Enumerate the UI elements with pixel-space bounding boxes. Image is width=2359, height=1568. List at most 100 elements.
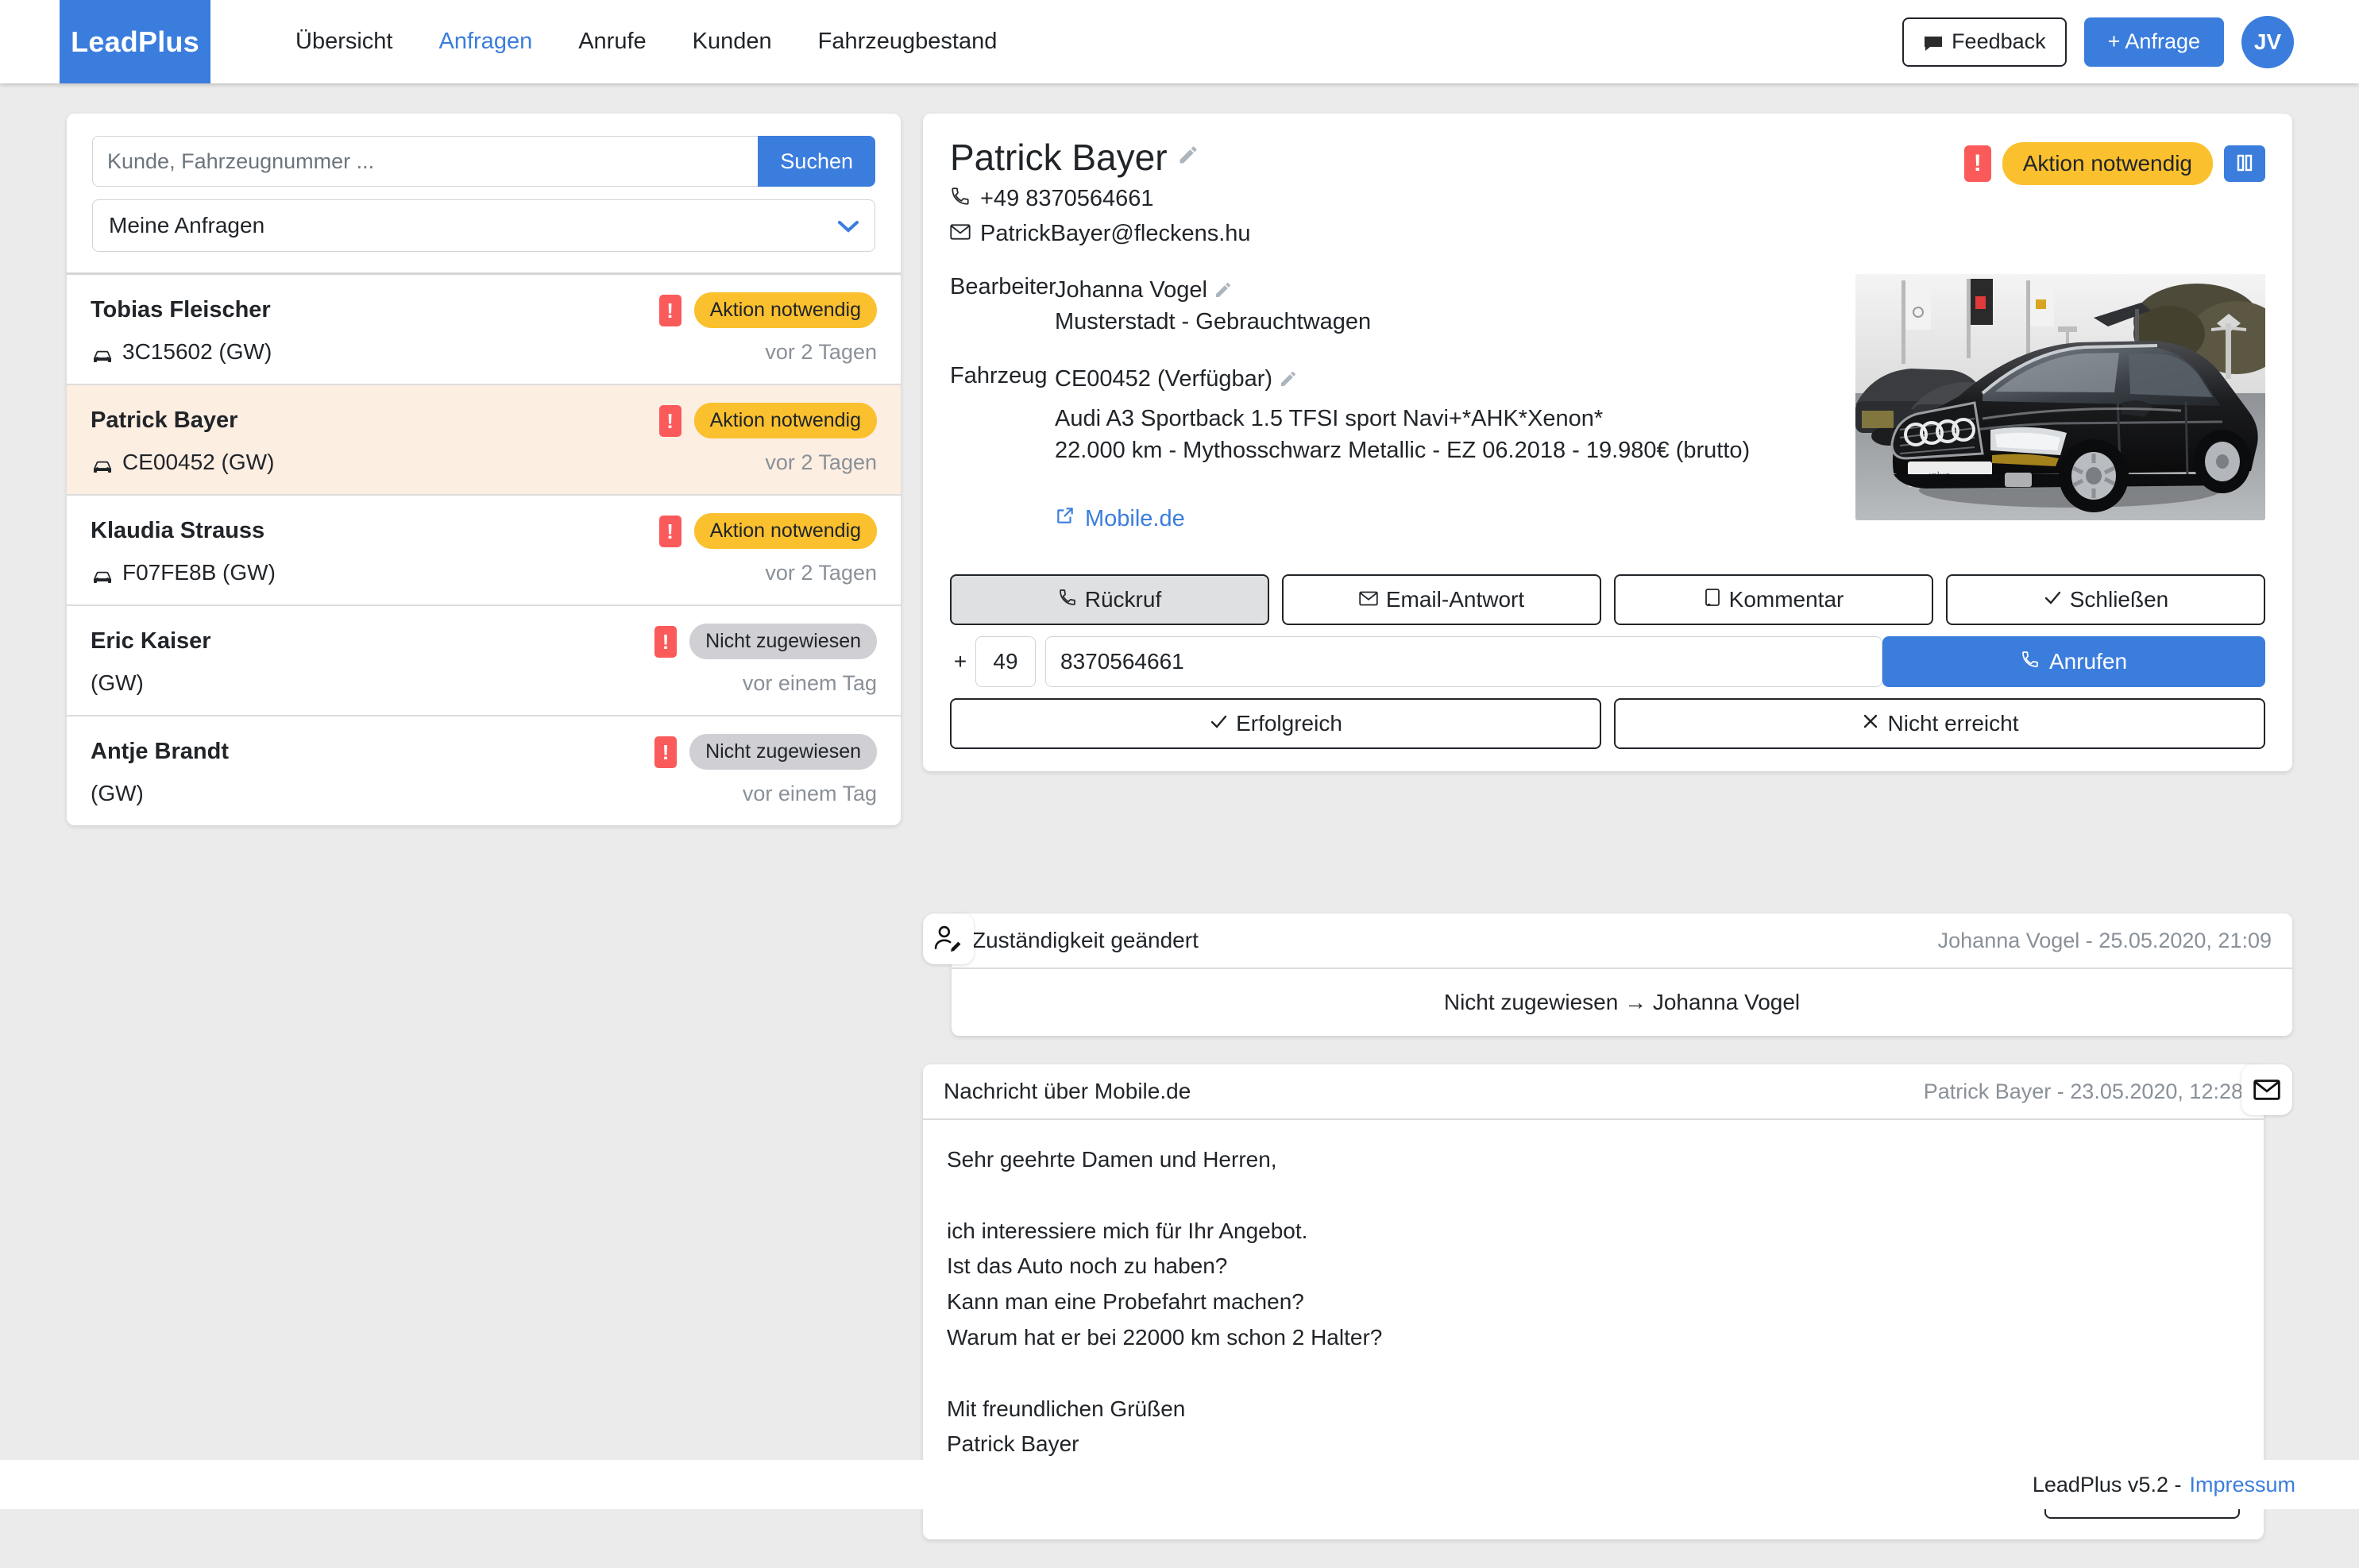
check-icon (2043, 587, 2062, 612)
request-detail-panel: Patrick Bayer +49 8370564661 PatrickBaye… (923, 114, 2292, 771)
timeline-card-header: Nachricht über Mobile.de Patrick Bayer - … (923, 1064, 2264, 1120)
action-button-label: Email-Antwort (1385, 586, 1525, 612)
call-success-button[interactable]: Erfolgreich (950, 697, 1601, 749)
nav-link-fahrzeugbestand[interactable]: Fahrzeugbestand (795, 29, 1021, 55)
list-item[interactable]: Tobias Fleischer ! Aktion notwendig 3C15602… (67, 275, 901, 384)
list-item-vehicle-label: (GW) (91, 781, 144, 805)
filter-select[interactable]: Meine Anfragen (92, 199, 875, 252)
phone-plus-sign: + (953, 648, 967, 674)
customer-block: Patrick Bayer +49 8370564661 PatrickBaye… (950, 137, 1251, 247)
brand-logo[interactable]: LeadPlus (60, 0, 210, 83)
action-button-kommentar[interactable]: Kommentar (1614, 574, 1933, 625)
list-item-name: Tobias Fleischer (91, 297, 271, 322)
list-item-badges: ! Nicht zugewiesen (654, 734, 877, 770)
list-item[interactable]: Patrick Bayer! Aktion notwendig CE00452 (G… (67, 384, 901, 494)
edit-editor-pencil-icon[interactable] (1214, 277, 1233, 302)
call-input-row: + Anrufen (950, 635, 2265, 687)
list-item[interactable]: Klaudia Strauss! Aktion notwendig F07FE8B … (67, 494, 901, 604)
external-link-icon (1055, 503, 1075, 535)
list-item-time: vor einem Tag (742, 670, 877, 695)
list-item-top: Antje Brandt! Nicht zugewiesen (91, 734, 877, 770)
action-button-label: Schließen (2069, 586, 2169, 612)
page-content: Suchen Meine Anfragen Tobias Fleischer!A… (0, 83, 2359, 1540)
list-item-time: vor 2 Tagen (765, 450, 877, 474)
customer-phone: +49 8370564661 (980, 186, 1154, 212)
list-item-bottom: 3C15602 (GW) vor 2 Tagen (91, 339, 877, 365)
country-code-input[interactable] (975, 635, 1036, 687)
customer-email: PatrickBayer@fleckens.hu (980, 220, 1251, 246)
status-badge: Aktion notwendig (693, 403, 877, 438)
editor-label: Bearbeiter (950, 273, 1056, 299)
call-success-label: Erfolgreich (1236, 710, 1342, 736)
detail-info-grid: Bearbeiter Johanna Vogel Musterstadt - G… (950, 273, 2265, 541)
nav-link-uebersicht[interactable]: Übersicht (272, 29, 416, 55)
alert-icon: ! (658, 404, 681, 437)
call-fail-button[interactable]: Nicht erreicht (1614, 697, 2265, 749)
portal-link[interactable]: Mobile.de (1055, 503, 1185, 535)
speech-bubble-icon (1923, 33, 1944, 51)
feedback-button[interactable]: Feedback (1902, 17, 2067, 67)
list-item-name: Eric Kaiser (91, 628, 211, 654)
timeline-title: Zuständigkeit geändert (972, 928, 1199, 952)
status-badge: Aktion notwendig (2002, 142, 2213, 185)
editor-location: Musterstadt - Gebrauchtwagen (1055, 308, 1372, 334)
list-item-vehicle-label: F07FE8B (GW) (122, 560, 276, 585)
list-item-vehicle-label: 3C15602 (GW) (122, 339, 272, 364)
list-item-badges: ! Aktion notwendig (658, 403, 877, 438)
status-badge: Nicht zugewiesen (689, 734, 877, 770)
timeline-body: Sehr geehrte Damen und Herren, ich inter… (947, 1147, 1383, 1457)
alert-icon: ! (1963, 145, 1991, 182)
list-item-top: Eric Kaiser! Nicht zugewiesen (91, 624, 877, 659)
list-item-vehicle-label: (GW) (91, 670, 144, 695)
action-button-email-antwort[interactable]: Email-Antwort (1282, 574, 1601, 625)
list-item-vehicle: CE00452 (GW) (91, 450, 274, 475)
vehicle-specs: 22.000 km - Mythosschwarz Metallic - EZ … (1055, 437, 1751, 463)
avatar[interactable]: JV (2241, 15, 2294, 68)
search-row: Suchen (92, 136, 875, 187)
search-input[interactable] (92, 136, 759, 187)
list-item-top: Klaudia Strauss! Aktion notwendig (91, 513, 877, 549)
pause-button[interactable] (2224, 145, 2265, 182)
alert-icon: ! (654, 736, 678, 768)
user-edit-icon (923, 913, 974, 964)
imprint-link[interactable]: Impressum (2189, 1473, 2295, 1497)
list-item-vehicle: (GW) (91, 670, 144, 696)
main-navigation: Übersicht Anfragen Anrufe Kunden Fahrzeu… (272, 0, 1020, 83)
list-item-time: vor 2 Tagen (765, 560, 877, 585)
edit-vehicle-pencil-icon[interactable] (1279, 366, 1298, 391)
list-item-name: Antje Brandt (91, 739, 229, 764)
page-title: Patrick Bayer (950, 137, 1251, 178)
new-request-button[interactable]: + Anfrage (2083, 17, 2224, 67)
vehicle-photo: :plus (1855, 273, 2265, 520)
timeline-title: Nachricht über Mobile.de (944, 1079, 1191, 1103)
call-button[interactable]: Anrufen (1882, 635, 2265, 687)
envelope-icon (950, 221, 971, 247)
list-item-badges: ! Aktion notwendig (658, 292, 877, 328)
list-item-bottom: F07FE8B (GW) vor 2 Tagen (91, 560, 877, 585)
list-item[interactable]: Eric Kaiser! Nicht zugewiesen (GW) vor eine… (67, 604, 901, 715)
search-button[interactable]: Suchen (758, 136, 875, 187)
editor-row: Bearbeiter Johanna Vogel Musterstadt - G… (950, 274, 1855, 338)
filter-select-value: Meine Anfragen (109, 213, 265, 238)
timeline-body: Nicht zugewiesen → Johanna Vogel (1443, 990, 1801, 1014)
check-icon (1209, 711, 1228, 736)
vehicle-title: Audi A3 Sportback 1.5 TFSI sport Navi+*A… (1055, 405, 1604, 431)
action-button-schlie-en[interactable]: Schließen (1946, 574, 2265, 625)
list-item[interactable]: Antje Brandt! Nicht zugewiesen (GW) vor ein… (67, 715, 901, 825)
nav-link-anrufe[interactable]: Anrufe (555, 29, 669, 55)
nav-link-kunden[interactable]: Kunden (670, 29, 795, 55)
edit-name-pencil-icon[interactable] (1177, 144, 1199, 172)
vehicle-value: CE00452 (Verfügbar) Audi A3 Sportback 1.… (1055, 363, 1750, 535)
list-item-vehicle: F07FE8B (GW) (91, 560, 276, 585)
car-icon (91, 565, 114, 583)
action-button-r-ckruf[interactable]: Rückruf (950, 574, 1269, 625)
list-item-name: Klaudia Strauss (91, 518, 265, 543)
phone-icon (2021, 649, 2040, 674)
alert-icon: ! (654, 625, 678, 658)
list-item-time: vor einem Tag (742, 781, 877, 805)
alert-icon: ! (658, 294, 681, 326)
nav-link-anfragen[interactable]: Anfragen (416, 29, 556, 55)
customer-name: Patrick Bayer (950, 137, 1168, 178)
phone-number-input[interactable] (1045, 635, 1882, 687)
envelope-icon (1359, 587, 1378, 612)
